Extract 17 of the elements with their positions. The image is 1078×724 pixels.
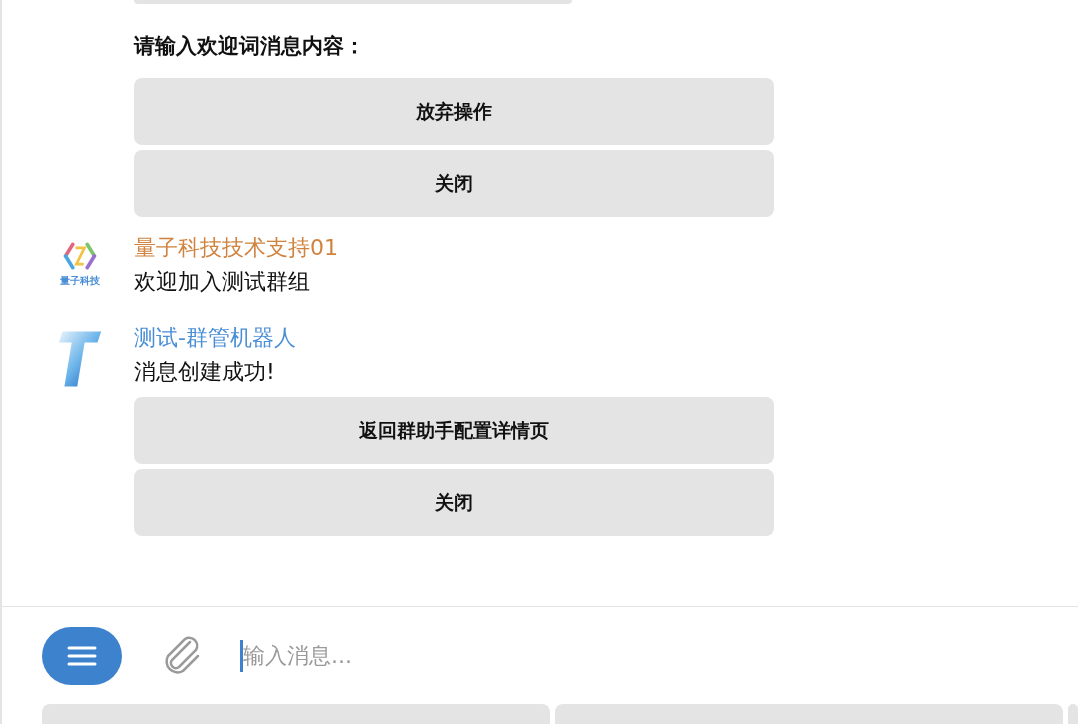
chat-button[interactable]: 返回群助手配置详情页	[134, 397, 774, 464]
keyboard-button[interactable]	[555, 704, 1064, 724]
keyboard-button[interactable]	[1068, 704, 1078, 724]
logo-text: 量子科技	[60, 274, 100, 288]
sender-name: 测试-群管机器人	[134, 324, 297, 352]
menu-icon	[67, 644, 97, 667]
message-text: 欢迎加入测试群组	[134, 268, 311, 296]
chat-button[interactable]: 关闭	[134, 469, 774, 536]
hexagon-logo-icon	[62, 241, 98, 271]
message-text: 消息创建成功!	[134, 358, 276, 386]
chat-button[interactable]: 放弃操作	[134, 78, 774, 145]
sender-name: 量子科技技术支持01	[134, 234, 338, 262]
chat-button[interactable]: 关闭	[134, 150, 774, 217]
keyboard-button[interactable]	[42, 704, 551, 724]
menu-button[interactable]	[42, 626, 122, 685]
letter-t-logo-icon	[57, 329, 103, 389]
prompt-text: 请输入欢迎词消息内容：	[134, 33, 366, 60]
